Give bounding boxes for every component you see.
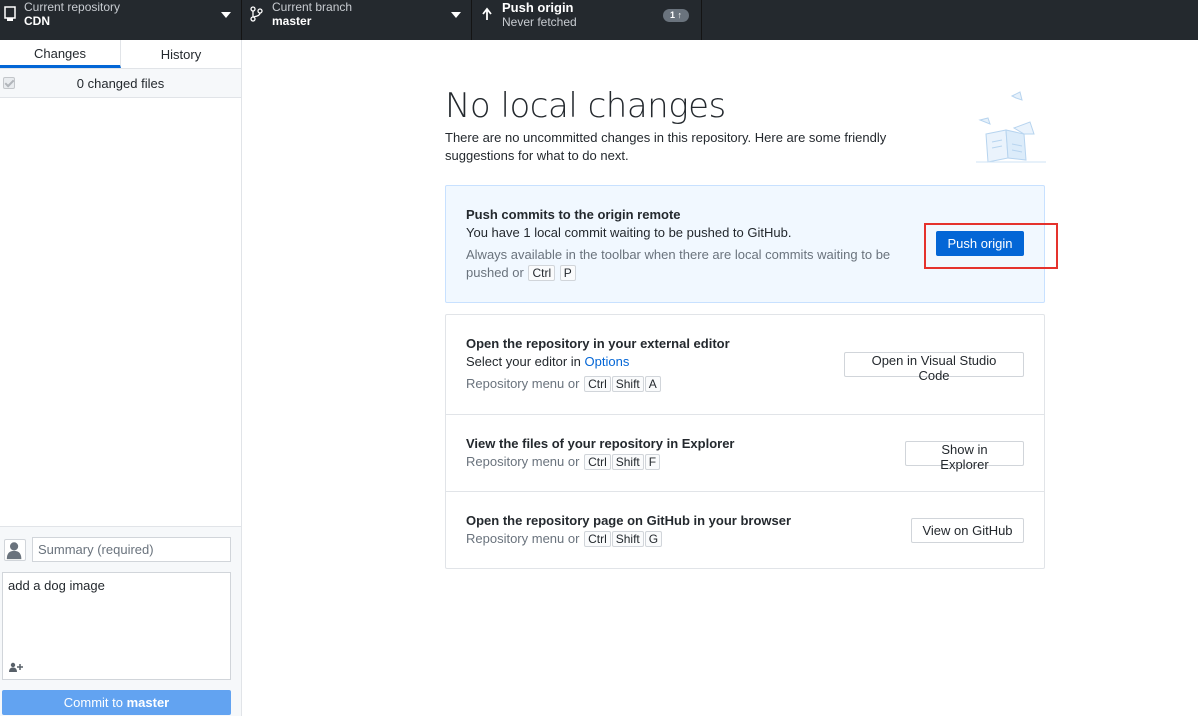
open-in-editor-button[interactable]: Open in Visual Studio Code bbox=[844, 352, 1024, 383]
changes-header: 0 changed files bbox=[0, 69, 241, 98]
tab-changes[interactable]: Changes bbox=[0, 40, 121, 68]
key-a: A bbox=[644, 376, 661, 392]
branch-label: Current branch bbox=[272, 0, 353, 14]
editor-suggestion: Open the repository in your external edi… bbox=[446, 315, 1044, 415]
repository-icon bbox=[4, 6, 16, 21]
commit-description-box: add a dog image bbox=[2, 572, 231, 680]
repository-selector[interactable]: Current repository CDN bbox=[0, 0, 242, 40]
chevron-down-icon bbox=[221, 12, 231, 18]
arrow-up-icon bbox=[482, 7, 492, 20]
github-suggestion: Open the repository page on GitHub in yo… bbox=[446, 492, 1044, 568]
show-in-explorer-button[interactable]: Show in Explorer bbox=[905, 441, 1024, 472]
sidebar-tabs: Changes History bbox=[0, 40, 241, 69]
commit-button-branch: master bbox=[126, 695, 170, 710]
explorer-suggestion: View the files of your repository in Exp… bbox=[446, 415, 1044, 492]
editor-description: Select your editor in Options bbox=[466, 354, 629, 369]
toolbar: Current repository CDN Current branch ma… bbox=[0, 0, 1198, 40]
explorer-hint-text: Repository menu or bbox=[466, 454, 580, 469]
key-g: G bbox=[644, 531, 663, 547]
push-origin-highlight-box bbox=[924, 223, 1058, 269]
github-title: Open the repository page on GitHub in yo… bbox=[466, 513, 792, 528]
avatar bbox=[4, 539, 26, 561]
repository-label: Current repository bbox=[24, 0, 121, 14]
empty-state-illustration bbox=[976, 91, 1046, 163]
key-shift: Shift bbox=[611, 531, 644, 547]
ahead-count-badge: 1 ↑ bbox=[663, 9, 689, 22]
push-card-description: You have 1 local commit waiting to be pu… bbox=[466, 225, 792, 240]
explorer-title: View the files of your repository in Exp… bbox=[466, 436, 735, 451]
commit-area: add a dog image Commit to master bbox=[0, 526, 241, 716]
push-origin-toolbar-button[interactable]: Push origin Never fetched 1 ↑ bbox=[472, 0, 702, 40]
changed-files-count: 0 changed files bbox=[76, 76, 165, 91]
editor-hint-text: Repository menu or bbox=[466, 376, 580, 391]
branch-name: master bbox=[272, 14, 312, 28]
page-title: No local changes bbox=[445, 86, 726, 126]
chevron-down-icon bbox=[451, 12, 461, 18]
editor-description-text: Select your editor in bbox=[466, 354, 585, 369]
tab-history[interactable]: History bbox=[121, 40, 241, 68]
key-ctrl: Ctrl bbox=[528, 265, 556, 281]
key-shift: Shift bbox=[611, 454, 644, 470]
sidebar: Changes History 0 changed files add a do… bbox=[0, 40, 242, 716]
github-hint-text: Repository menu or bbox=[466, 531, 580, 546]
main-content: No local changes There are no uncommitte… bbox=[242, 40, 1198, 716]
explorer-hint: Repository menu or Ctrl Shift F bbox=[466, 453, 661, 471]
editor-title: Open the repository in your external edi… bbox=[466, 336, 730, 351]
user-icon bbox=[6, 542, 22, 560]
suggestions-list: Open the repository in your external edi… bbox=[445, 314, 1045, 569]
repository-name: CDN bbox=[24, 14, 50, 28]
push-card-title: Push commits to the origin remote bbox=[466, 207, 681, 222]
key-ctrl: Ctrl bbox=[584, 376, 611, 392]
add-coauthor-icon[interactable] bbox=[9, 662, 23, 672]
github-hint: Repository menu or Ctrl Shift G bbox=[466, 530, 663, 548]
commit-button-prefix: Commit to bbox=[63, 695, 127, 710]
commit-summary-input[interactable] bbox=[32, 537, 231, 562]
branch-icon bbox=[250, 6, 263, 22]
push-label: Push origin bbox=[502, 0, 574, 15]
key-shift: Shift bbox=[611, 376, 644, 392]
commit-description-input[interactable]: add a dog image bbox=[3, 573, 230, 657]
key-ctrl: Ctrl bbox=[584, 454, 611, 470]
key-ctrl: Ctrl bbox=[584, 531, 611, 547]
commit-button[interactable]: Commit to master bbox=[2, 690, 231, 715]
options-link[interactable]: Options bbox=[585, 354, 630, 369]
view-on-github-button[interactable]: View on GitHub bbox=[911, 518, 1024, 543]
key-f: F bbox=[644, 454, 661, 470]
page-subtitle: There are no uncommitted changes in this… bbox=[445, 130, 887, 163]
key-p: P bbox=[559, 265, 576, 281]
editor-hint: Repository menu or Ctrl Shift A bbox=[466, 375, 661, 393]
branch-selector[interactable]: Current branch master bbox=[242, 0, 472, 40]
fetch-status: Never fetched bbox=[502, 15, 577, 29]
push-card-hint: Always available in the toolbar when the… bbox=[466, 246, 906, 282]
